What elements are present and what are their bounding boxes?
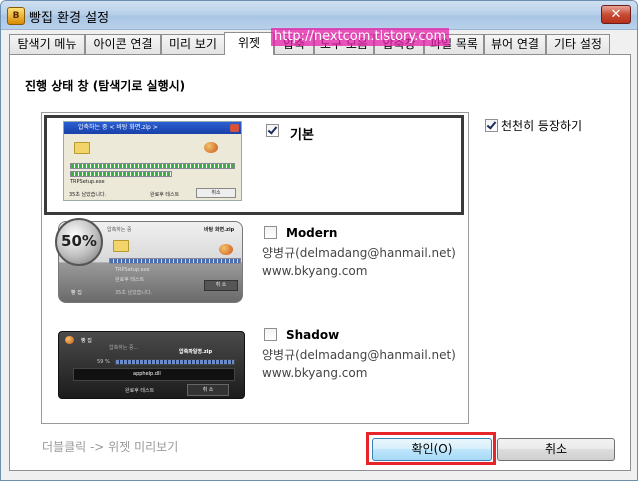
preview-remaining: 35초 남았습니다.	[115, 290, 153, 296]
basic-preview: 압축하는 중 < 바탕 화면.zip > TRPSetup.exe 35초 남았…	[63, 121, 242, 201]
skin-name-shadow: Shadow	[286, 328, 340, 342]
modern-preview: 50% 압축하는 중 바탕 화면.zip TRPSetup.exe 완료후 테스…	[55, 218, 243, 303]
close-button[interactable]: ✕	[601, 5, 631, 24]
tab-widget[interactable]: 위젯	[224, 32, 274, 55]
skin-item-basic[interactable]: 압축하는 중 < 바탕 화면.zip > TRPSetup.exe 35초 남았…	[44, 115, 464, 215]
preview-brand: 빵 집	[71, 290, 82, 296]
preview-file: apphelp.dll	[133, 371, 161, 377]
preview-cancel: 취 소	[187, 384, 229, 396]
tab-viewer-association[interactable]: 뷰어 연결	[484, 34, 546, 54]
skin-name-modern: Modern	[286, 226, 338, 240]
tab-other-settings[interactable]: 기타 설정	[546, 34, 610, 54]
modern-checkbox[interactable]	[264, 226, 277, 239]
slow-appear-checkbox[interactable]	[485, 119, 498, 132]
shadow-site: www.bkyang.com	[262, 366, 368, 380]
preview-archive: 압축파일명.zip	[179, 349, 213, 355]
tab-explorer-menu[interactable]: 탐색기 메뉴	[9, 34, 85, 54]
double-click-hint: 더블클릭 -> 위젯 미리보기	[42, 440, 179, 454]
basic-checkbox[interactable]	[266, 124, 279, 137]
preview-remaining: 35초 남았습니다.	[69, 192, 107, 198]
slow-appear-label: 천천히 등장하기	[501, 119, 583, 133]
tab-preview[interactable]: 미리 보기	[161, 34, 225, 54]
preview-cancel: 취 소	[204, 280, 238, 291]
widget-panel: 진행 상태 창 (탐색기로 실행시) 압축하는 중 < 바탕 화면.zip > …	[9, 54, 631, 471]
window-title: 빵집 환경 설정	[29, 11, 110, 26]
shadow-preview: 빵 집 압축하는 중... 압축파일명.zip 59 % apphelp.dll…	[58, 331, 245, 399]
progress-bar	[70, 163, 235, 169]
bread-icon	[219, 244, 233, 255]
folder-icon	[113, 240, 129, 252]
bread-icon	[204, 142, 218, 153]
preview-archive: 바탕 화면.zip	[204, 227, 235, 233]
preview-checkbox: 완료후 테스트	[125, 388, 155, 394]
close-icon	[230, 124, 239, 132]
shadow-checkbox[interactable]	[264, 328, 277, 341]
bakery-app-icon: B	[7, 7, 25, 25]
preview-cancel: 취소	[196, 188, 236, 198]
preview-file: TRPSetup.exe	[115, 267, 150, 273]
shadow-author: 양병규(delmadang@hanmail.net)	[262, 348, 456, 362]
preview-title: 압축하는 중 < 바탕 화면.zip >	[64, 122, 241, 134]
modern-author: 양병규(delmadang@hanmail.net)	[262, 246, 456, 260]
preview-file: TRPSetup.exe	[70, 179, 105, 185]
preview-checkbox: 완료후 테스트	[115, 277, 145, 283]
tab-icon-association[interactable]: 아이콘 연결	[85, 34, 161, 54]
progress-bar	[109, 258, 241, 264]
progress-bar-total	[70, 171, 172, 177]
preview-percent: 59 %	[97, 359, 110, 365]
percent-dial: 50%	[55, 218, 103, 266]
modern-site: www.bkyang.com	[262, 264, 368, 278]
skin-list[interactable]: 압축하는 중 < 바탕 화면.zip > TRPSetup.exe 35초 남았…	[41, 112, 469, 424]
preview-title: 압축하는 중	[107, 227, 132, 233]
bread-icon	[65, 336, 74, 344]
progress-bar	[115, 359, 235, 365]
preview-title: 압축하는 중...	[109, 345, 139, 351]
preview-checkbox: 완료후 테스트	[150, 192, 180, 198]
cancel-button[interactable]: 취소	[497, 438, 615, 461]
skin-name-basic: 기본	[290, 128, 314, 143]
folder-icon	[74, 142, 90, 154]
settings-window: B 빵집 환경 설정 ✕ 탐색기 메뉴 아이콘 연결 미리 보기 위젯 압축 도…	[0, 0, 638, 481]
watermark-url: http://nextcom.tistory.com	[271, 28, 450, 46]
preview-brand: 빵 집	[81, 338, 92, 344]
section-title: 진행 상태 창 (탐색기로 실행시)	[25, 79, 186, 93]
ok-button[interactable]: 확인(O)	[372, 438, 492, 461]
title-bar[interactable]: B 빵집 환경 설정 ✕	[1, 1, 637, 30]
